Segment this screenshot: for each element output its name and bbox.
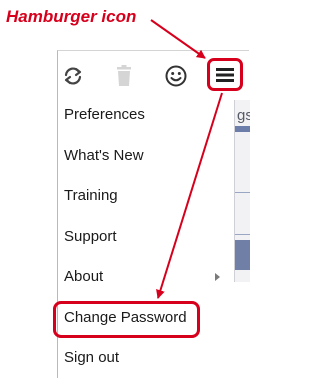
background-page-strip: gs xyxy=(234,100,250,282)
background-divider xyxy=(235,234,250,235)
submenu-arrow-icon xyxy=(215,273,220,281)
delete-button[interactable] xyxy=(111,62,137,90)
menu-item-preferences[interactable]: Preferences xyxy=(57,95,234,136)
background-divider xyxy=(235,192,250,193)
menu-item-training[interactable]: Training xyxy=(57,176,234,217)
menu-item-whats-new[interactable]: What's New xyxy=(57,136,234,177)
background-divider xyxy=(235,126,250,132)
menu-item-change-password[interactable]: Change Password xyxy=(57,298,234,339)
refresh-button[interactable] xyxy=(59,62,87,90)
trash-icon xyxy=(117,65,131,86)
menu-item-label: About xyxy=(64,268,104,285)
callout-label: Hamburger icon xyxy=(6,7,137,26)
hamburger-menu-icon xyxy=(216,67,234,82)
background-block xyxy=(235,240,250,270)
hamburger-menu-button[interactable] xyxy=(207,58,243,91)
refresh-icon xyxy=(64,67,82,85)
menu-item-sign-out[interactable]: Sign out xyxy=(57,338,234,379)
menu-item-about[interactable]: About xyxy=(57,257,234,298)
smiley-icon xyxy=(165,65,187,87)
menu-item-support[interactable]: Support xyxy=(57,217,234,258)
dropdown-menu: Preferences What's New Training Support … xyxy=(57,95,234,379)
background-partial-text: gs xyxy=(237,107,250,124)
feedback-button[interactable] xyxy=(162,62,190,90)
